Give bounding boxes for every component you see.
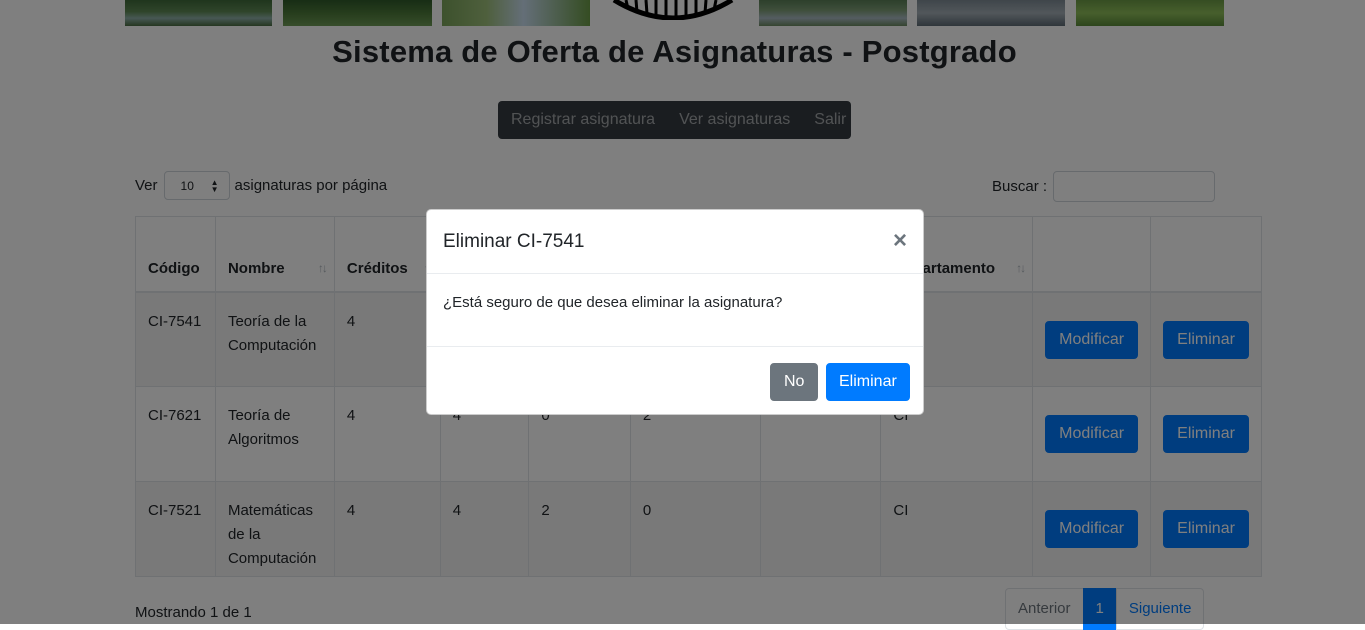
modal-body: ¿Está seguro de que desea eliminar la as… bbox=[427, 274, 923, 347]
modal-footer: No Eliminar bbox=[427, 347, 923, 416]
delete-confirm-modal: Eliminar CI-7541 × ¿Está seguro de que d… bbox=[426, 209, 924, 415]
modal-title: Eliminar CI-7541 bbox=[443, 231, 585, 252]
modal-header: Eliminar CI-7541 × bbox=[427, 210, 923, 274]
close-icon[interactable]: × bbox=[893, 227, 907, 255]
confirm-delete-button[interactable]: Eliminar bbox=[826, 363, 910, 401]
modal-message: ¿Está seguro de que desea eliminar la as… bbox=[443, 294, 783, 311]
cancel-button[interactable]: No bbox=[770, 363, 819, 401]
